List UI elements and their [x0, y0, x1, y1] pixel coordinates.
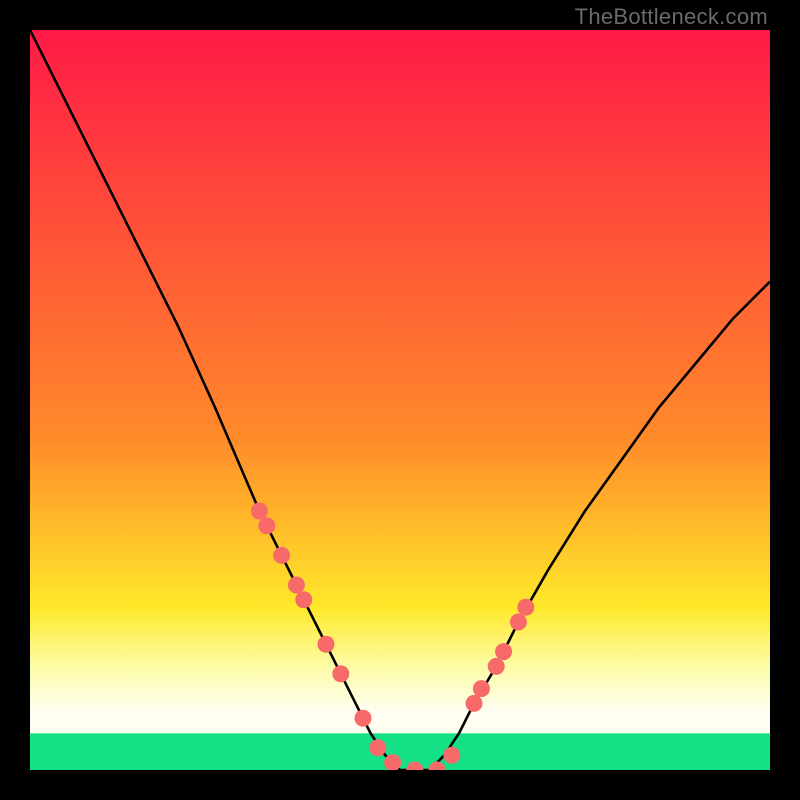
marker-point [443, 747, 460, 764]
curve-layer [30, 30, 770, 770]
marker-point [428, 761, 445, 770]
marker-point [251, 502, 268, 519]
chart-stage: TheBottleneck.com [0, 0, 800, 800]
watermark-text: TheBottleneck.com [575, 4, 768, 30]
marker-point [288, 576, 305, 593]
marker-point [510, 613, 527, 630]
marker-point [295, 591, 312, 608]
bottleneck-curve [30, 30, 770, 770]
marker-point [473, 680, 490, 697]
marker-point [258, 517, 275, 534]
marker-group [251, 502, 534, 770]
marker-point [495, 643, 512, 660]
marker-point [488, 658, 505, 675]
marker-point [317, 636, 334, 653]
plot-area [30, 30, 770, 770]
marker-point [332, 665, 349, 682]
marker-point [369, 739, 386, 756]
marker-point [465, 695, 482, 712]
marker-point [406, 761, 423, 770]
marker-point [517, 599, 534, 616]
marker-point [273, 547, 290, 564]
marker-point [354, 710, 371, 727]
